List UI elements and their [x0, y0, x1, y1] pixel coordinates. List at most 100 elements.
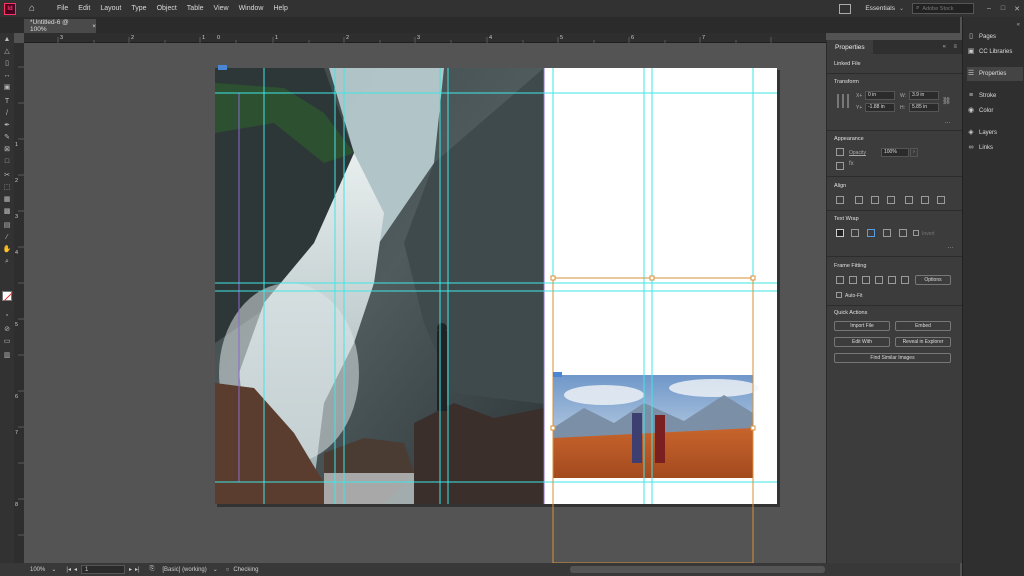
- close-icon[interactable]: ✕: [1010, 5, 1024, 13]
- selection-tool-icon[interactable]: ▲: [2, 35, 12, 45]
- share-icon[interactable]: [839, 3, 852, 14]
- collapse-dock-icon[interactable]: «: [1017, 22, 1020, 28]
- invert-checkbox[interactable]: [913, 230, 919, 236]
- align-bottom-icon[interactable]: [937, 196, 945, 204]
- search-input[interactable]: Adobe Stock: [922, 6, 953, 12]
- vertical-ruler[interactable]: 1 2 3 4 5 6 7 8: [14, 43, 24, 563]
- gap-tool-icon[interactable]: ↔: [2, 71, 12, 81]
- search-box[interactable]: ⌕ Adobe Stock: [912, 3, 974, 14]
- fit-frame-to-content-icon[interactable]: [862, 276, 870, 284]
- pencil-tool-icon[interactable]: ✎: [2, 133, 12, 143]
- options-button[interactable]: Options: [915, 275, 951, 285]
- panel-layers[interactable]: ◈ Layers: [967, 126, 1023, 140]
- stroke-swatch-icon[interactable]: [836, 162, 844, 170]
- line-tool-icon[interactable]: /: [2, 109, 12, 119]
- content-aware-fit-icon[interactable]: [901, 276, 909, 284]
- find-similar-images-button[interactable]: Find Similar Images: [834, 353, 951, 363]
- fill-stroke-swatch-icon[interactable]: [2, 291, 13, 301]
- rectangle-frame-tool-icon[interactable]: ⊠: [2, 145, 12, 155]
- align-right-icon[interactable]: [887, 196, 895, 204]
- menu-view[interactable]: View: [209, 5, 234, 12]
- next-page-icon[interactable]: ▸: [129, 566, 132, 573]
- h-field[interactable]: 5.85 in: [909, 103, 939, 112]
- center-content-icon[interactable]: [888, 276, 896, 284]
- more-options-icon[interactable]: …: [944, 118, 951, 125]
- panel-pages[interactable]: ▯ Pages: [967, 30, 1023, 44]
- constrain-proportions-icon[interactable]: ⛓: [942, 97, 951, 105]
- hand-tool-icon[interactable]: ✋: [2, 245, 12, 255]
- menu-file[interactable]: File: [52, 5, 73, 12]
- panel-menu-icon[interactable]: ≡: [953, 44, 957, 50]
- align-middle-icon[interactable]: [921, 196, 929, 204]
- align-to-icon[interactable]: [836, 196, 844, 204]
- menu-layout[interactable]: Layout: [95, 5, 126, 12]
- preflight-icon[interactable]: ○: [226, 567, 230, 573]
- menu-help[interactable]: Help: [268, 5, 292, 12]
- menu-table[interactable]: Table: [182, 5, 209, 12]
- document-tab[interactable]: *Untitled-6 @ 100% ×: [24, 19, 96, 33]
- x-field[interactable]: 0 in: [865, 91, 895, 100]
- reference-point-icon[interactable]: [837, 94, 851, 108]
- panel-stroke[interactable]: ≡ Stroke: [967, 89, 1023, 103]
- note-tool-icon[interactable]: ▤: [2, 221, 12, 231]
- more-options-icon[interactable]: …: [947, 243, 954, 250]
- w-field[interactable]: 3.9 in: [909, 91, 939, 100]
- fit-content-to-frame-icon[interactable]: [875, 276, 883, 284]
- menu-type[interactable]: Type: [126, 5, 151, 12]
- rectangle-tool-icon[interactable]: □: [2, 157, 12, 167]
- fill-frame-proportionally-icon[interactable]: [836, 276, 844, 284]
- edit-with-button[interactable]: Edit With: [834, 337, 890, 347]
- first-page-icon[interactable]: |◂: [66, 566, 71, 573]
- zoom-tool-icon[interactable]: ⌕: [2, 257, 12, 267]
- chevron-down-icon[interactable]: ⌄: [899, 5, 904, 12]
- panel-cc-libraries[interactable]: ▣ CC Libraries: [967, 45, 1023, 59]
- y-field[interactable]: -1.88 in: [865, 103, 895, 112]
- screen-mode-icon[interactable]: ▭: [2, 337, 12, 347]
- formatting-container-icon[interactable]: ▫: [2, 311, 12, 321]
- link-badge-icon[interactable]: [218, 65, 227, 70]
- jump-object-icon[interactable]: [883, 229, 891, 237]
- pasteboard[interactable]: [24, 43, 826, 563]
- workspace-switcher[interactable]: Essentials: [865, 5, 895, 12]
- scissors-tool-icon[interactable]: ✂: [2, 171, 12, 181]
- last-page-icon[interactable]: ▸|: [135, 566, 140, 573]
- gradient-feather-tool-icon[interactable]: ▩: [2, 207, 12, 217]
- prev-page-icon[interactable]: ◂: [74, 566, 77, 573]
- menu-object[interactable]: Object: [152, 5, 182, 12]
- zoom-dropdown-icon[interactable]: ⌄: [51, 566, 56, 573]
- fill-swatch-icon[interactable]: [836, 148, 844, 156]
- content-collector-icon[interactable]: ▣: [2, 83, 12, 93]
- style-dropdown-icon[interactable]: ⌄: [213, 566, 218, 573]
- align-center-icon[interactable]: [871, 196, 879, 204]
- panel-color[interactable]: ◉ Color: [967, 104, 1023, 118]
- fit-content-proportionally-icon[interactable]: [849, 276, 857, 284]
- apply-none-icon[interactable]: ⊘: [2, 325, 12, 335]
- close-tab-icon[interactable]: ×: [92, 23, 96, 30]
- reveal-in-explorer-button[interactable]: Reveal in Explorer: [895, 337, 951, 347]
- pen-tool-icon[interactable]: ✒: [2, 121, 12, 131]
- hikers-image-frame[interactable]: [553, 375, 759, 478]
- minimize-icon[interactable]: –: [982, 5, 996, 12]
- menu-edit[interactable]: Edit: [73, 5, 95, 12]
- horizontal-scrollbar[interactable]: [570, 566, 825, 573]
- direct-selection-tool-icon[interactable]: △: [2, 47, 12, 57]
- link-badge-icon[interactable]: [553, 372, 562, 377]
- base-style-status[interactable]: [Basic] (working): [162, 567, 206, 573]
- document-canvas[interactable]: [24, 43, 826, 563]
- collapse-panel-icon[interactable]: «: [943, 44, 946, 50]
- panel-links[interactable]: ∞ Links: [967, 141, 1023, 155]
- wrap-object-shape-icon[interactable]: [867, 229, 875, 237]
- gradient-swatch-tool-icon[interactable]: ▦: [2, 195, 12, 205]
- page-field[interactable]: 1: [80, 565, 125, 574]
- menu-window[interactable]: Window: [234, 5, 269, 12]
- effects-icon[interactable]: fx: [849, 161, 854, 167]
- wrap-bounding-box-icon[interactable]: [851, 229, 859, 237]
- embed-button[interactable]: Embed: [895, 321, 951, 331]
- open-page-icon[interactable]: ⎘: [150, 566, 155, 573]
- autofit-checkbox[interactable]: [836, 292, 842, 298]
- align-left-icon[interactable]: [855, 196, 863, 204]
- tab-properties[interactable]: Properties: [827, 40, 873, 54]
- home-icon[interactable]: ⌂: [26, 3, 38, 15]
- horizontal-ruler[interactable]: 3 2 1 0 1 2 3 4 5 6 7: [24, 33, 826, 43]
- import-file-button[interactable]: Import File: [834, 321, 890, 331]
